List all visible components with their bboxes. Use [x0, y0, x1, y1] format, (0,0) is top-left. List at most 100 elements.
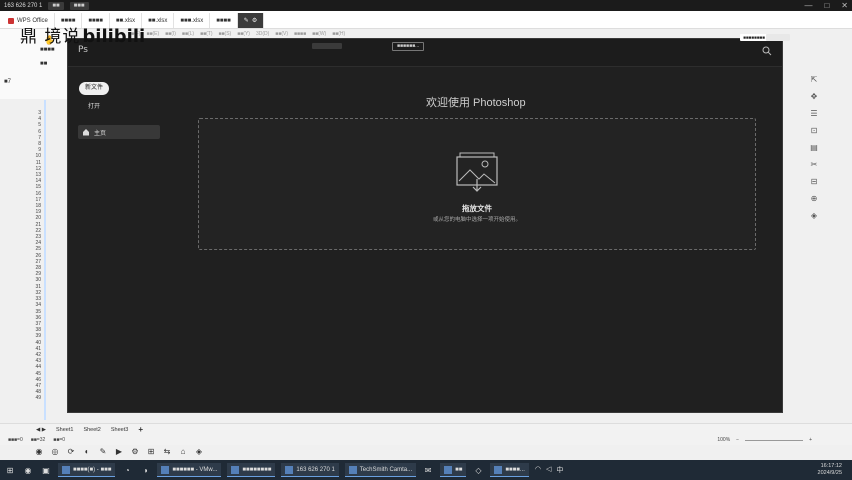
menu-item[interactable]: ■■(I) [165, 31, 176, 37]
sheet-nav-icon[interactable]: ◀ ▶ [36, 427, 46, 433]
new-file-button[interactable]: 新文件 [79, 82, 109, 95]
taskbar-icon[interactable]: ◇ [472, 464, 484, 476]
recorder-icon[interactable]: ◉ [34, 447, 44, 457]
remote-button-1[interactable]: ■■ [48, 1, 64, 10]
taskbar-icon[interactable]: ◉ [22, 464, 34, 476]
home-icon [83, 129, 89, 136]
taskbar-app-label: ■■■■... [505, 466, 525, 473]
input-method-icon[interactable]: 中 [556, 465, 563, 475]
add-sheet-button[interactable]: + [138, 425, 143, 434]
close-icon[interactable]: ✕ [841, 1, 848, 10]
sidebar-item-home[interactable]: 主页 [78, 125, 160, 139]
menu-item[interactable]: ■■(Y) [237, 31, 250, 37]
menu-item[interactable]: ■■(S) [219, 31, 232, 37]
menu-item[interactable]: ■■■■ [294, 31, 306, 37]
sheet-tab-bar: ◀ ▶ Sheet1 Sheet2 Sheet3 + [0, 423, 852, 435]
drop-zone-title: 拖放文件 [462, 204, 492, 213]
recorder-icon[interactable]: ◐ [82, 447, 92, 457]
side-tool-icon[interactable]: ⇱ [809, 75, 819, 85]
side-tool-icon[interactable]: ⊡ [809, 126, 819, 136]
menu-item[interactable]: 3D(D) [256, 31, 269, 37]
side-tool-icon[interactable]: ☰ [809, 109, 819, 119]
new-features-button[interactable]: ■■■■■■... [392, 42, 425, 51]
minimize-icon[interactable]: — [804, 1, 812, 10]
remote-desktop-bar: 163 626 270 1 ■■ ■■■ — □ ✕ [0, 0, 852, 11]
recorder-icon[interactable]: ⟳ [66, 447, 76, 457]
recorder-icon[interactable]: ◎ [50, 447, 60, 457]
system-tray: ◠ ◁ 中 [535, 465, 572, 475]
recorder-icon[interactable]: ⌂ [178, 447, 188, 457]
menu-item[interactable]: ■■(W) [312, 31, 326, 37]
pin-icon: ✎ [243, 18, 249, 24]
zoom-out-icon[interactable]: − [736, 437, 739, 443]
taskbar-clock[interactable]: 16:17:12 2024/9/25 [818, 463, 852, 477]
side-tool-icon[interactable]: ✥ [809, 92, 819, 102]
sheet-tab[interactable]: Sheet3 [111, 427, 128, 433]
app-icon [231, 465, 240, 474]
side-tool-icon[interactable]: ⊟ [809, 177, 819, 187]
search-icon[interactable] [762, 46, 772, 56]
recorder-icon[interactable]: ⇆ [162, 447, 172, 457]
network-icon[interactable]: ◠ [535, 465, 541, 475]
menu-item[interactable]: ■■(L) [182, 31, 194, 37]
volume-icon[interactable]: ◁ [546, 465, 551, 475]
wps-logo-icon [8, 17, 14, 24]
photoshop-menu-bar: ■■(F) ■■(E) ■■(I) ■■(L) ■■(T) ■■(S) ■■(Y) 3D(D)… [128, 31, 345, 37]
side-tool-icon[interactable]: ⊕ [809, 194, 819, 204]
taskbar-icon[interactable]: ▣ [40, 464, 52, 476]
taskbar-app[interactable]: ■■ [440, 463, 467, 477]
recorder-icon[interactable]: ▶ [114, 447, 124, 457]
wps-tab[interactable]: ■■■.xlsx [174, 13, 211, 28]
cloud-status-badge[interactable]: ■■■■■■■■ [740, 34, 768, 41]
taskbar-app[interactable]: ■■■■■■■■ [227, 463, 276, 477]
recorder-icon[interactable]: ◈ [194, 447, 204, 457]
titlebar-pill [312, 43, 342, 49]
wps-tab[interactable]: ■■.xlsx [142, 13, 175, 28]
side-tool-icon[interactable]: ✂ [809, 160, 819, 170]
taskbar-app[interactable]: ■■■■(■) - ■■■ [58, 463, 116, 477]
taskbar-app-label: 163 626 270 1 [296, 466, 335, 473]
sheet-tab[interactable]: Sheet2 [83, 427, 100, 433]
status-item: ■■=0 [53, 437, 66, 443]
taskbar-app-label: ■■■■(■) - ■■■ [73, 466, 112, 473]
taskbar-icon[interactable]: ◔ [121, 464, 133, 476]
start-icon[interactable]: ⊞ [4, 464, 16, 476]
taskbar-app[interactable]: ■■■■■■ - VMw... [157, 463, 222, 477]
cloud-status-extra[interactable] [766, 34, 790, 41]
taskbar-app[interactable]: TechSmith Camta... [344, 463, 417, 477]
row-number[interactable]: 49 [33, 395, 41, 401]
drop-zone-subtitle: 或从您的电脑中选择一项开始使用。 [432, 217, 521, 223]
maximize-icon[interactable]: □ [824, 1, 829, 10]
recorder-icon[interactable]: ⊞ [146, 447, 156, 457]
zoom-slider[interactable] [745, 439, 804, 441]
menu-item[interactable]: ■■(H) [332, 31, 345, 37]
remote-button-2[interactable]: ■■■ [69, 1, 89, 10]
zoom-in-icon[interactable]: + [809, 437, 812, 443]
zoom-value[interactable]: 100% [717, 437, 730, 443]
video-watermark: 鼎 境说 bilibili [20, 22, 145, 47]
remote-address: 163 626 270 1 [4, 2, 43, 9]
status-item: ■■=32 [30, 437, 46, 443]
ribbon-tool-label[interactable]: ■■ [40, 61, 47, 67]
menu-item[interactable]: ■■(V) [275, 31, 288, 37]
wps-tab-active[interactable]: ✎ ⚙ [237, 13, 265, 28]
recorder-icon[interactable]: ✎ [98, 447, 108, 457]
taskbar-app[interactable]: ■■■■... [490, 463, 529, 477]
menu-item[interactable]: ■■(T) [200, 31, 212, 37]
sheet-tab[interactable]: Sheet1 [56, 427, 73, 433]
clock-date: 2024/9/25 [817, 470, 842, 476]
bilibili-logo: bilibili [82, 26, 146, 47]
open-file-link[interactable]: 打开 [88, 101, 100, 110]
drop-zone[interactable]: 拖放文件 或从您的电脑中选择一项开始使用。 [198, 118, 756, 250]
welcome-heading: 欢迎使用 Photoshop [426, 97, 526, 109]
ribbon-tool-label[interactable]: ■■■■ [40, 47, 55, 53]
taskbar-icon[interactable]: ✉ [422, 464, 434, 476]
recorder-icon[interactable]: ⚙ [130, 447, 140, 457]
taskbar-icon[interactable]: ◑ [139, 464, 151, 476]
wps-tab[interactable]: ■■■■ [210, 13, 238, 28]
side-tool-icon[interactable]: ▤ [809, 143, 819, 153]
side-tool-icon[interactable]: ◈ [809, 211, 819, 221]
cell-reference[interactable]: ■7 [4, 79, 11, 85]
taskbar-app[interactable]: 163 626 270 1 [281, 463, 339, 477]
menu-item[interactable]: ■■(E) [146, 31, 159, 37]
